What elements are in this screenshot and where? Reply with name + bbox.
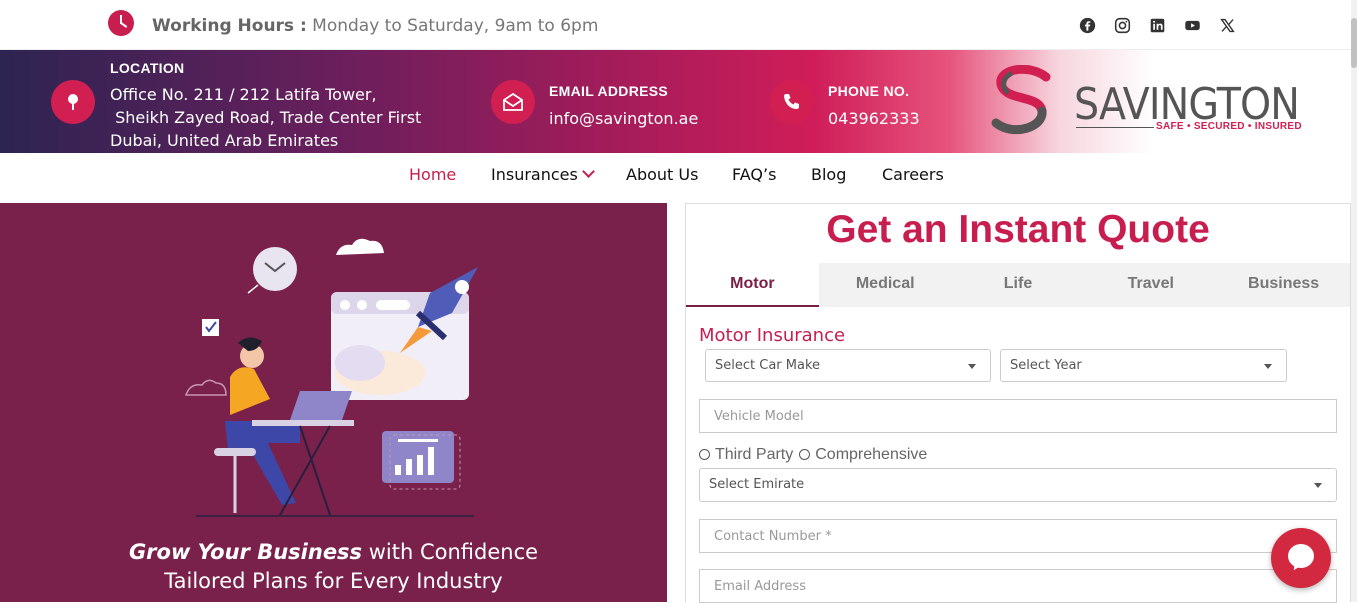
nav-careers[interactable]: Careers xyxy=(882,165,944,184)
caret-down-icon xyxy=(1264,364,1272,369)
hours-label: Working Hours : xyxy=(152,16,307,36)
hero-banner: Grow Your Business with Confidence Tailo… xyxy=(0,203,667,602)
instant-quote-panel: Get an Instant Quote Motor Medical Life … xyxy=(685,203,1351,603)
logo-mark-icon xyxy=(991,65,1051,135)
email-value[interactable]: info@savington.ae xyxy=(549,107,698,130)
quote-title: Get an Instant Quote xyxy=(826,208,1210,251)
tab-life[interactable]: Life xyxy=(952,263,1085,307)
caret-down-icon xyxy=(968,364,976,369)
logo-tagline: SAFE • SECURED • INSURED xyxy=(1156,121,1302,132)
logo-underline xyxy=(1076,127,1154,128)
hours-value: Monday to Saturday, 9am to 6pm xyxy=(306,16,599,36)
hero-title-rest: with Confidence xyxy=(362,540,539,564)
phone-value[interactable]: 043962333 xyxy=(828,107,920,130)
third-party-label: Third Party xyxy=(715,446,794,463)
clock-icon xyxy=(108,10,134,36)
nav-insurances[interactable]: Insurances xyxy=(491,165,595,184)
instagram-icon[interactable] xyxy=(1113,16,1131,34)
third-party-radio[interactable]: Third Party xyxy=(699,446,793,464)
emirate-value: Select Emirate xyxy=(709,477,805,492)
motor-insurance-heading: Motor Insurance xyxy=(699,325,846,346)
chevron-down-icon xyxy=(581,165,595,178)
top-bar: Working Hours : Monday to Saturday, 9am … xyxy=(0,0,1357,50)
hero-title-bold: Grow Your Business xyxy=(128,540,363,564)
nav-faqs[interactable]: FAQ’s xyxy=(732,165,776,184)
hero-illustration xyxy=(184,238,478,517)
page-scrollbar[interactable] xyxy=(1351,0,1357,602)
nav-about-us[interactable]: About Us xyxy=(626,165,698,184)
car-make-select[interactable]: Select Car Make xyxy=(705,349,991,382)
tab-motor[interactable]: Motor xyxy=(686,263,819,307)
scrollbar-thumb[interactable] xyxy=(1351,18,1357,68)
tab-business[interactable]: Business xyxy=(1217,263,1350,307)
x-icon[interactable] xyxy=(1218,16,1236,34)
nav-blog[interactable]: Blog xyxy=(811,165,846,184)
nav-home[interactable]: Home xyxy=(409,165,456,184)
working-hours: Working Hours : Monday to Saturday, 9am … xyxy=(152,16,598,36)
envelope-icon xyxy=(491,80,535,124)
linkedin-icon[interactable] xyxy=(1148,16,1166,34)
phone-icon xyxy=(770,80,814,124)
vehicle-model-input[interactable]: Vehicle Model xyxy=(699,399,1337,433)
insurance-tabs: Motor Medical Life Travel Business xyxy=(686,263,1350,307)
location-label: LOCATION xyxy=(110,60,185,76)
nav-insurances-label: Insurances xyxy=(491,165,578,184)
emirate-select[interactable]: Select Emirate xyxy=(699,468,1337,502)
location-pin-icon xyxy=(51,80,95,124)
phone-label: PHONE NO. xyxy=(828,83,910,99)
coverage-type-radios: Third Party Comprehensive xyxy=(699,446,927,464)
hero-title: Grow Your Business with Confidence xyxy=(0,540,667,564)
comprehensive-radio[interactable]: Comprehensive xyxy=(799,446,927,464)
hero-subtitle: Tailored Plans for Every Industry xyxy=(164,569,503,593)
car-make-value: Select Car Make xyxy=(715,358,821,373)
facebook-icon[interactable] xyxy=(1078,16,1096,34)
tab-travel[interactable]: Travel xyxy=(1084,263,1217,307)
contact-number-input[interactable]: Contact Number * xyxy=(699,519,1337,553)
year-value: Select Year xyxy=(1010,358,1082,373)
main-nav: Home Insurances About Us FAQ’s Blog Care… xyxy=(0,153,1357,195)
tab-medical[interactable]: Medical xyxy=(819,263,952,307)
email-address-input[interactable]: Email Address xyxy=(699,569,1337,603)
year-select[interactable]: Select Year xyxy=(1000,349,1287,382)
location-line-1: Office No. 211 / 212 Latifa Tower, xyxy=(110,85,377,104)
location-line-2: Sheikh Zayed Road, Trade Center First xyxy=(110,108,422,127)
contact-banner: LOCATION Office No. 211 / 212 Latifa Tow… xyxy=(0,50,1357,153)
location-line-3: Dubai, United Arab Emirates xyxy=(110,131,339,150)
social-links xyxy=(1078,16,1236,34)
caret-down-icon xyxy=(1314,483,1322,488)
radio-circle-icon xyxy=(699,449,710,461)
youtube-icon[interactable] xyxy=(1183,16,1201,34)
chat-button[interactable] xyxy=(1271,528,1331,588)
email-label: EMAIL ADDRESS xyxy=(549,83,669,99)
savington-logo[interactable]: SAVINGTON SAFE • SECURED • INSURED xyxy=(984,65,1304,140)
chat-bubble-icon xyxy=(1288,544,1314,568)
comprehensive-label: Comprehensive xyxy=(815,446,928,463)
radio-circle-icon xyxy=(799,449,811,461)
